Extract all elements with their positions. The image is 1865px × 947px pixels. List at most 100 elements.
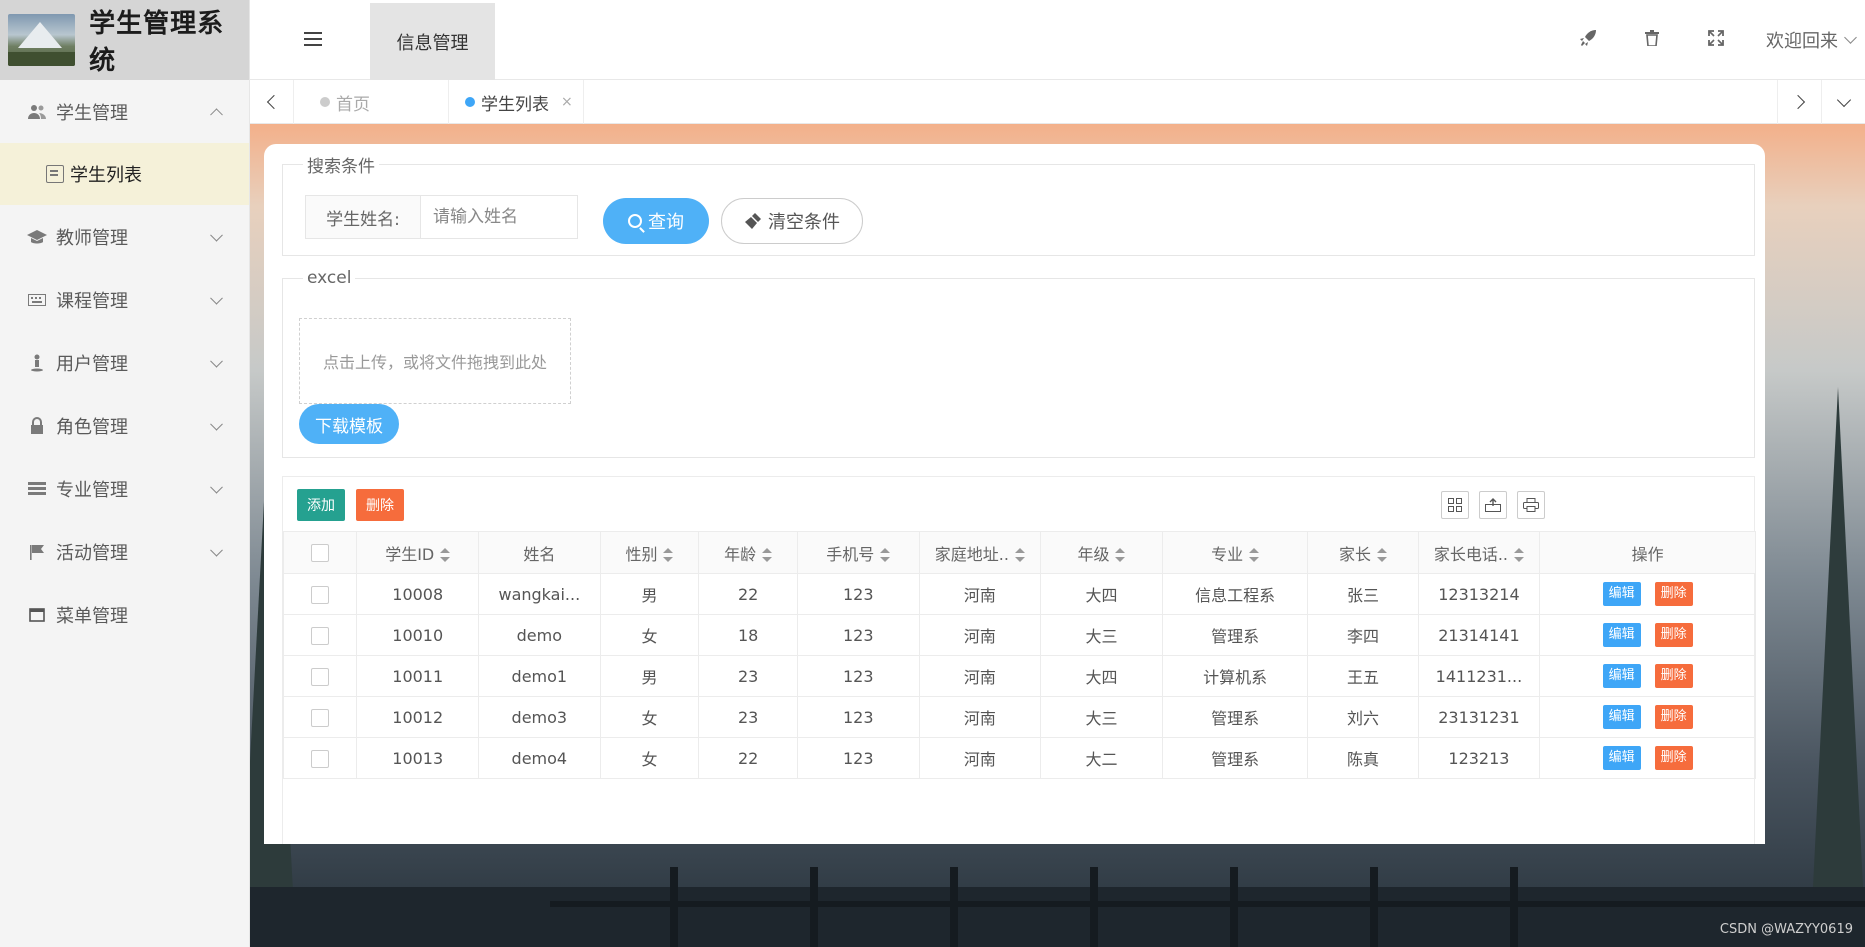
sidebar-item-major[interactable]: 专业管理 <box>0 457 249 520</box>
column-header[interactable]: 手机号 <box>796 531 920 574</box>
clear-button[interactable]: 清空条件 <box>721 198 863 244</box>
cell-student-id: 10012 <box>356 696 480 738</box>
cell-actions: 编辑 删除 <box>1539 655 1756 697</box>
cell-gender: 男 <box>599 655 700 697</box>
row-delete-button[interactable]: 删除 <box>1654 664 1693 688</box>
sidebar-item-course[interactable]: 课程管理 <box>0 268 249 331</box>
upload-dropzone[interactable]: 点击上传，或将文件拖拽到此处 <box>299 318 571 404</box>
sort-icon[interactable] <box>1514 548 1525 562</box>
close-icon[interactable]: × <box>561 94 573 110</box>
column-header[interactable]: 年级 <box>1040 531 1163 574</box>
sidebar-item-label: 菜单管理 <box>56 605 128 627</box>
edit-button[interactable]: 编辑 <box>1602 664 1641 688</box>
column-header[interactable]: 性别 <box>599 531 700 574</box>
cell-gender: 女 <box>599 737 700 779</box>
column-header[interactable]: 家庭地址.. <box>918 531 1042 574</box>
print-icon[interactable] <box>1517 491 1545 519</box>
row-checkbox[interactable] <box>311 749 330 768</box>
edit-button[interactable]: 编辑 <box>1602 623 1641 647</box>
sidebar-item-label: 角色管理 <box>56 416 128 438</box>
tab-home[interactable]: 首页 <box>294 80 449 124</box>
sidebar-item-activity[interactable]: 活动管理 <box>0 520 249 583</box>
welcome-text: 欢迎回来 <box>1766 31 1838 52</box>
rocket-icon[interactable] <box>1556 29 1620 52</box>
trash-icon[interactable] <box>1620 29 1684 51</box>
row-delete-button[interactable]: 删除 <box>1654 746 1693 770</box>
student-name-input[interactable] <box>420 195 578 239</box>
sidebar-item-menu[interactable]: 菜单管理 <box>0 583 249 646</box>
download-template-button[interactable]: 下载模板 <box>299 404 399 444</box>
tab-menu-dropdown[interactable] <box>1821 80 1865 124</box>
fullscreen-icon[interactable] <box>1684 29 1748 51</box>
user-menu[interactable]: 欢迎回来 <box>1748 27 1865 53</box>
row-select-cell[interactable] <box>282 655 358 697</box>
sort-icon[interactable] <box>1014 548 1025 562</box>
tab-student-list[interactable]: 学生列表 × <box>449 80 584 124</box>
cell-address: 河南 <box>918 737 1042 779</box>
sort-icon[interactable] <box>663 548 674 562</box>
search-legend: 搜索条件 <box>307 157 375 177</box>
sidebar-item-student[interactable]: 学生管理 <box>0 80 249 143</box>
column-header[interactable]: 学生ID <box>356 531 480 574</box>
sidebar-item-student-list[interactable]: 学生列表 <box>0 143 249 205</box>
row-select-cell[interactable] <box>282 573 358 615</box>
delete-button[interactable]: 删除 <box>356 489 404 521</box>
tab-dot-icon <box>465 97 475 107</box>
row-select-cell[interactable] <box>282 737 358 779</box>
column-header[interactable]: 家长 <box>1307 531 1419 574</box>
export-icon[interactable] <box>1479 491 1507 519</box>
sidebar-item-teacher[interactable]: 教师管理 <box>0 205 249 268</box>
column-header[interactable]: 家长电话.. <box>1417 531 1541 574</box>
tab-dot-icon <box>320 97 330 107</box>
broom-icon <box>744 212 762 230</box>
cell-gender: 女 <box>599 696 700 738</box>
column-header[interactable]: 年龄 <box>698 531 798 574</box>
cell-phone: 123 <box>796 614 920 656</box>
row-checkbox[interactable] <box>311 667 330 686</box>
fence-decoration <box>550 901 1865 907</box>
sort-icon[interactable] <box>880 548 891 562</box>
cell-grade: 大二 <box>1040 737 1163 779</box>
content-card: 搜索条件 学生姓名: 查询 清空条件 excel 点击上传，或将文件拖拽到此处 … <box>264 144 1765 844</box>
sidebar-item-label: 活动管理 <box>56 542 128 564</box>
query-button[interactable]: 查询 <box>603 198 709 244</box>
row-checkbox[interactable] <box>311 585 330 604</box>
columns-filter-icon[interactable] <box>1441 491 1469 519</box>
row-select-cell[interactable] <box>282 696 358 738</box>
row-checkbox[interactable] <box>311 626 330 645</box>
sidebar-item-role[interactable]: 角色管理 <box>0 394 249 457</box>
select-all-cell[interactable] <box>282 531 358 574</box>
row-checkbox[interactable] <box>311 708 330 727</box>
sidebar-item-label: 用户管理 <box>56 353 128 375</box>
sort-icon[interactable] <box>1115 548 1126 562</box>
tab-scroll-left[interactable] <box>250 80 294 124</box>
sidebar-item-label: 学生列表 <box>70 165 142 186</box>
sort-icon[interactable] <box>762 548 773 562</box>
student-table: 学生ID 姓名 性别 年龄 手机号 家庭地址.. 年级 专业 家长 家长电话..… <box>282 531 1756 779</box>
sort-icon[interactable] <box>440 548 451 562</box>
edit-button[interactable]: 编辑 <box>1602 582 1641 606</box>
add-button[interactable]: 添加 <box>297 489 345 521</box>
query-label: 查询 <box>648 212 684 233</box>
menu-toggle-icon[interactable] <box>304 32 322 46</box>
tab-scroll-right[interactable] <box>1777 80 1821 124</box>
sidebar-item-label: 课程管理 <box>56 290 128 312</box>
edit-button[interactable]: 编辑 <box>1602 746 1641 770</box>
row-delete-button[interactable]: 删除 <box>1654 705 1693 729</box>
edit-button[interactable]: 编辑 <box>1602 705 1641 729</box>
chevron-down-icon <box>1844 31 1857 44</box>
select-all-checkbox[interactable] <box>311 544 330 563</box>
topnav-info-management[interactable]: 信息管理 <box>370 3 495 80</box>
fence-post <box>1370 867 1378 947</box>
cell-actions: 编辑 删除 <box>1539 696 1756 738</box>
sidebar-item-user[interactable]: 用户管理 <box>0 331 249 394</box>
cell-major: 计算机系 <box>1161 655 1309 697</box>
sort-icon[interactable] <box>1249 548 1260 562</box>
cell-name: demo4 <box>478 737 601 779</box>
row-delete-button[interactable]: 删除 <box>1654 623 1693 647</box>
sort-icon[interactable] <box>1377 548 1388 562</box>
row-delete-button[interactable]: 删除 <box>1654 582 1693 606</box>
column-header[interactable]: 专业 <box>1161 531 1309 574</box>
top-bar: 信息管理 欢迎回来 <box>250 0 1865 80</box>
row-select-cell[interactable] <box>282 614 358 656</box>
